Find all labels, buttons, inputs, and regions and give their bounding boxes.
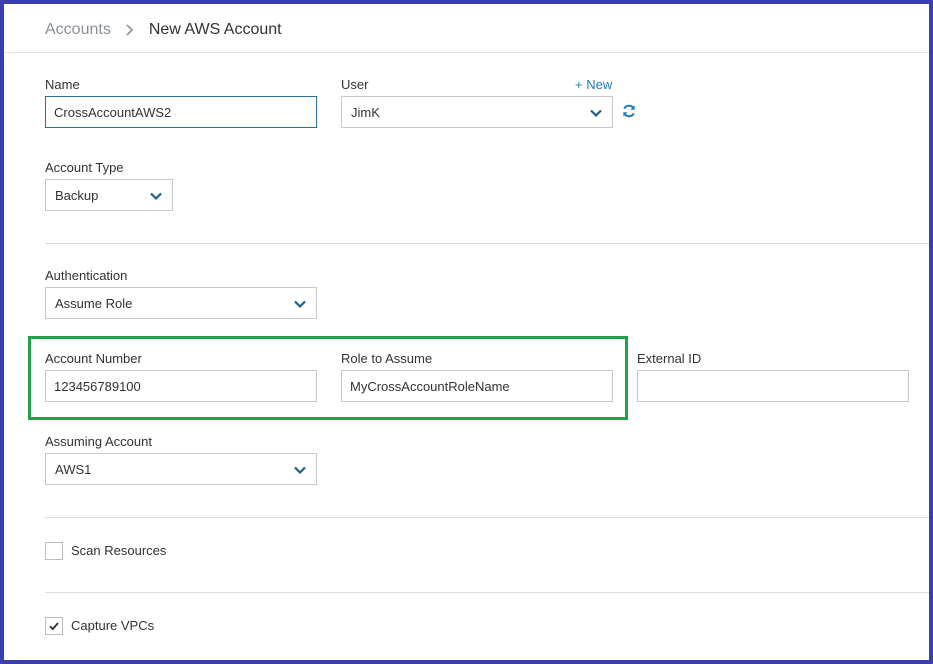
authentication-label: Authentication [45, 268, 128, 283]
scan-resources-label[interactable]: Scan Resources [71, 543, 166, 558]
breadcrumb-accounts-link[interactable]: Accounts [45, 21, 111, 39]
user-select[interactable]: JimK [341, 96, 613, 128]
user-label: User [341, 77, 369, 92]
authentication-select[interactable]: Assume Role [45, 287, 317, 319]
assuming-account-select[interactable]: AWS1 [45, 453, 317, 485]
role-to-assume-label: Role to Assume [341, 351, 433, 366]
chevron-down-icon [590, 109, 602, 118]
breadcrumb: Accounts New AWS Account [45, 20, 282, 40]
chevron-down-icon [294, 300, 306, 309]
new-user-link[interactable]: + New [575, 77, 612, 92]
section-divider [45, 517, 929, 518]
scan-resources-checkbox[interactable] [45, 542, 63, 560]
chevron-down-icon [150, 192, 162, 201]
account-number-input[interactable]: 123456789100 [45, 370, 317, 402]
role-to-assume-value: MyCrossAccountRoleName [350, 378, 510, 394]
name-input[interactable]: CrossAccountAWS2 [45, 96, 317, 128]
section-divider [45, 243, 929, 244]
name-input-value: CrossAccountAWS2 [54, 104, 172, 120]
assuming-account-select-value: AWS1 [55, 461, 92, 477]
account-number-value: 123456789100 [54, 378, 141, 394]
account-type-select[interactable]: Backup [45, 179, 173, 211]
user-select-value: JimK [351, 104, 380, 120]
capture-vpcs-label[interactable]: Capture VPCs [71, 618, 154, 633]
chevron-right-icon [125, 24, 135, 36]
account-number-label: Account Number [45, 351, 142, 366]
header-divider [4, 52, 929, 53]
name-label: Name [45, 77, 80, 92]
section-divider [45, 592, 929, 593]
account-type-select-value: Backup [55, 187, 99, 203]
external-id-input[interactable] [637, 370, 909, 402]
role-to-assume-input[interactable]: MyCrossAccountRoleName [341, 370, 613, 402]
external-id-label: External ID [637, 351, 702, 366]
capture-vpcs-checkbox[interactable] [45, 617, 63, 635]
checkmark-icon [49, 622, 59, 631]
refresh-icon[interactable] [621, 103, 637, 119]
assuming-account-label: Assuming Account [45, 434, 152, 449]
account-type-label: Account Type [45, 160, 124, 175]
page-title: New AWS Account [148, 21, 282, 38]
authentication-select-value: Assume Role [55, 295, 133, 311]
chevron-down-icon [294, 466, 306, 475]
